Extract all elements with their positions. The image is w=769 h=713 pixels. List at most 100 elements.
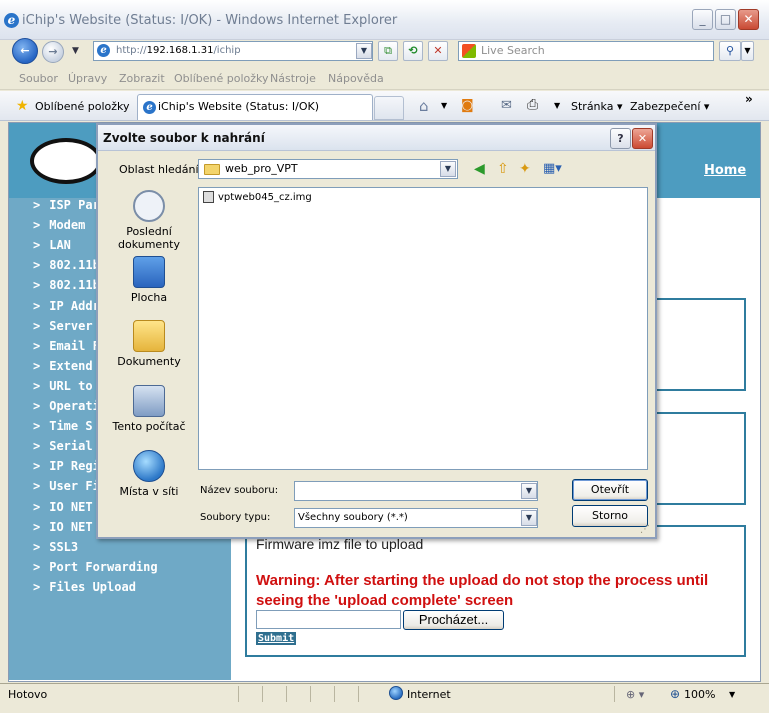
home-dropdown-icon[interactable]: ▼ [441,101,447,110]
look-in-label: Oblast hledání: [119,163,203,176]
menu-help[interactable]: Nápověda [328,72,384,85]
more-commands-icon[interactable]: » [745,92,753,106]
nav-link[interactable]: > LAN [33,238,71,252]
dialog-close-button[interactable]: ✕ [632,128,653,149]
file-name-dropdown-icon[interactable]: ▼ [521,483,537,499]
file-list[interactable] [198,187,648,470]
minimize-button[interactable]: _ [692,9,713,30]
forward-arrow-icon: → [48,45,58,58]
nav-link[interactable]: > IO NET [33,500,93,514]
nav-link[interactable]: > Operati [33,399,100,413]
nav-link[interactable]: > Email F [33,339,100,353]
search-go-icon[interactable]: ⚲ [719,41,741,61]
submit-button[interactable]: Submit [256,632,297,645]
nav-link[interactable]: > URL to [33,379,93,393]
cancel-button[interactable]: Storno [572,505,648,527]
look-in-dropdown-icon[interactable]: ▼ [440,161,456,177]
address-dropdown-icon[interactable]: ▼ [356,43,372,59]
file-type-label: Soubory typu: [200,512,271,523]
menu-view[interactable]: Zobrazit [119,72,165,85]
status-divider [238,686,239,702]
zoom-dropdown-icon[interactable]: ▼ [729,690,735,699]
upload-file-input[interactable] [256,610,401,629]
compatibility-icon[interactable]: ⧉ [378,41,398,61]
menu-favorites[interactable]: Oblíbené položky [174,72,269,85]
back-folder-icon[interactable]: ◀ [474,162,485,176]
browse-button[interactable]: Procházet... [403,610,504,630]
file-type-dropdown-icon[interactable]: ▼ [521,510,537,526]
nav-link[interactable]: > User Fi [33,479,100,493]
menu-edit[interactable]: Úpravy [68,72,107,85]
nav-link[interactable]: > Modem [33,218,85,232]
place-documents[interactable]: Dokumenty [104,320,194,368]
nav-link[interactable]: >802.11b [33,258,100,272]
maximize-button[interactable]: □ [715,9,736,30]
nav-link[interactable]: > Port Forwarding [33,560,158,574]
favorites-button[interactable]: Oblíbené položky [35,100,130,113]
history-dropdown-icon[interactable]: ▼ [72,46,79,56]
new-tab-button[interactable] [374,96,404,120]
security-menu[interactable]: Zabezpečení ▾ [630,100,709,113]
resize-grip-icon[interactable]: ⋰ [640,524,650,535]
site-logo-icon [30,138,102,184]
help-button[interactable]: ? [610,128,631,149]
nav-link[interactable]: > IO NET [33,520,93,534]
nav-link-label: Operati [49,399,100,413]
tab-ichip-website[interactable]: iChip's Website (Status: I/OK) [137,94,373,120]
page-menu[interactable]: Stránka ▾ [571,100,622,113]
nav-bullet-icon: > [33,358,41,373]
feeds-icon[interactable]: ◙ [461,98,474,113]
print-dropdown-icon[interactable]: ▼ [554,101,560,110]
status-divider [262,686,263,702]
nav-link[interactable]: > SSL3 [33,540,78,554]
open-button[interactable]: Otevřít [572,479,648,501]
back-button[interactable]: ← [12,38,38,64]
place-network[interactable]: Místa v síti [104,450,194,498]
stop-icon[interactable]: ✕ [428,41,448,61]
status-text: Hotovo [8,688,48,701]
home-icon[interactable]: ⌂ [419,97,429,115]
nav-bullet-icon: > [33,318,41,333]
menu-tools[interactable]: Nástroje [270,72,316,85]
nav-link[interactable]: > IP Regi [33,459,100,473]
nav-link[interactable]: > ISP Par [33,198,100,212]
look-in-select[interactable]: web_pro_VPT [198,159,458,179]
nav-link[interactable]: > Server [33,319,93,333]
nav-link-label: IP Addr [49,298,100,313]
search-options-icon[interactable]: ▼ [741,41,754,61]
nav-link[interactable]: >802.11b [33,278,100,292]
home-link[interactable]: Home [704,163,746,178]
nav-bullet-icon: > [33,479,41,494]
zoom-level[interactable]: 100% [684,688,715,701]
protected-mode-icon[interactable]: ⊕ ▾ [626,688,644,701]
search-input[interactable]: Live Search [458,41,714,61]
my-computer-icon [133,385,165,417]
nav-bullet-icon: > [33,499,41,514]
print-icon[interactable]: ⎙ [527,97,538,113]
refresh-icon[interactable]: ⟲ [403,41,423,61]
nav-link[interactable]: > Time S [33,419,93,433]
nav-link[interactable]: > Files Upload [33,580,136,594]
nav-link-label: Time S [49,419,93,434]
place-my-computer[interactable]: Tento počítač [104,385,194,433]
view-menu-icon[interactable]: ▦▾ [543,162,562,176]
nav-bullet-icon: > [33,459,41,474]
file-item[interactable]: vptweb045_cz.img [203,191,312,203]
nav-bullet-icon: > [33,439,41,454]
menu-bar [0,68,769,90]
file-name-input[interactable] [294,481,538,501]
window-close-button[interactable]: ✕ [738,9,759,30]
mail-icon[interactable]: ✉ [501,98,512,113]
nav-bullet-icon: > [33,539,41,554]
forward-button[interactable]: → [42,41,64,63]
place-desktop[interactable]: Plocha [104,256,194,304]
menu-file[interactable]: Soubor [19,72,58,85]
file-type-select[interactable]: Všechny soubory (*.*) [294,508,538,528]
up-folder-icon[interactable]: ⇧ [497,162,509,176]
place-recent-documents[interactable]: Poslední dokumenty [104,190,194,251]
nav-link[interactable]: > IP Addr [33,299,100,313]
new-folder-icon[interactable]: ✦ [519,162,531,176]
address-bar[interactable]: http://192.168.1.31/ichip [93,41,373,61]
place-label: Tento počítač [112,420,186,433]
nav-link[interactable]: > Extend [33,359,93,373]
